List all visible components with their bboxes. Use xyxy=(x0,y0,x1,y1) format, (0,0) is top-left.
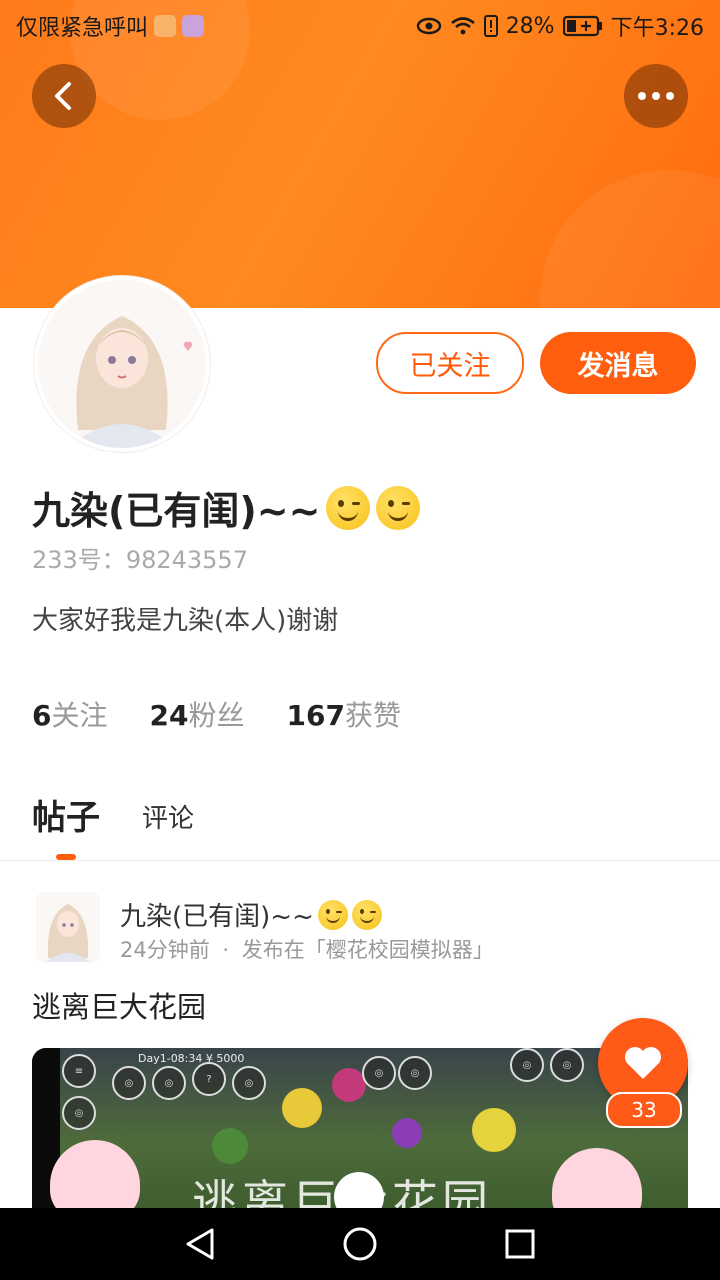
flower-decor xyxy=(212,1128,248,1164)
game-menu-icon: ≡ xyxy=(62,1054,96,1088)
meta-separator: · xyxy=(222,938,230,962)
bunny-sticker xyxy=(50,1140,140,1218)
following-count: 6 xyxy=(32,699,52,732)
circle-home-icon xyxy=(343,1227,377,1261)
tab-posts[interactable]: 帖子 xyxy=(32,790,100,860)
wifi-icon xyxy=(450,17,475,35)
avatar-illustration xyxy=(38,280,206,448)
game-items-icon: ◎ xyxy=(62,1096,96,1130)
avatar-illustration xyxy=(36,892,100,962)
stat-likes[interactable]: 167获赞 xyxy=(286,694,400,734)
banner-decor xyxy=(540,170,720,308)
battery-icon xyxy=(562,15,602,37)
user-id: 233号：98243557 xyxy=(32,540,248,575)
back-arrow-icon xyxy=(55,82,71,110)
status-bar: 仅限紧急呼叫 28% 下午3:26 xyxy=(0,0,720,48)
more-dots-icon xyxy=(638,92,674,100)
flower-decor xyxy=(282,1088,322,1128)
post-time: 24分钟前 xyxy=(120,938,210,962)
wink-emoji-icon xyxy=(376,485,421,530)
music-app-icon xyxy=(182,15,205,37)
game-map-icon: ◎ xyxy=(112,1066,146,1100)
likes-count: 167 xyxy=(286,699,345,732)
game-help-icon: ? xyxy=(192,1062,226,1096)
profile-name-row: 九染(已有闺)~~ xyxy=(32,480,421,535)
game-role-icon: ◎ xyxy=(232,1066,266,1100)
wink-emoji-icon xyxy=(326,485,371,530)
post-author-name: 九染(已有闺)~~ xyxy=(120,902,314,932)
game-task-icon: ◎ xyxy=(152,1066,186,1100)
game-day-money: Day1-08:34 ¥ 5000 xyxy=(138,1052,245,1065)
back-button[interactable] xyxy=(32,64,96,128)
wink-emoji-icon xyxy=(317,899,348,930)
game-save-icon: ◎ xyxy=(362,1056,396,1090)
content-tabs: 帖子 评论 xyxy=(32,790,194,860)
nav-recent-button[interactable] xyxy=(502,1226,538,1262)
eye-icon xyxy=(416,17,441,35)
likes-label: 获赞 xyxy=(344,699,401,732)
profile-bio: 大家好我是九染(本人)谢谢 xyxy=(32,606,339,636)
post-title[interactable]: 逃离巨大花园 xyxy=(32,984,206,1026)
post-author-avatar[interactable] xyxy=(36,892,100,962)
fans-count: 24 xyxy=(149,699,189,732)
post-video-thumbnail[interactable]: ≡ ◎ ◎ ? ◎ ◎ ◎ ◎ ◎ ◎ Day1-08:34 ¥ 5000 逃离… xyxy=(32,1048,688,1218)
wink-emoji-icon xyxy=(351,899,382,930)
battery-percent: 28% xyxy=(505,13,555,39)
profile-stats: 6关注 24粉丝 167获赞 xyxy=(32,694,401,734)
flower-decor xyxy=(332,1068,366,1102)
stat-following[interactable]: 6关注 xyxy=(32,694,108,734)
nav-home-button[interactable] xyxy=(342,1226,378,1262)
profile-avatar[interactable] xyxy=(34,276,210,452)
user-id-value: 98243557 xyxy=(125,546,248,574)
system-navigation-bar xyxy=(0,1208,720,1280)
following-button[interactable]: 已关注 xyxy=(376,332,524,394)
square-recent-icon xyxy=(505,1229,535,1259)
post-author-row[interactable]: 九染(已有闺)~~ xyxy=(120,896,382,933)
sim-alert-icon xyxy=(483,15,498,37)
flower-decor xyxy=(392,1118,422,1148)
notification-app-icon xyxy=(154,15,177,37)
send-message-button[interactable]: 发消息 xyxy=(540,332,696,394)
user-id-label: 233号： xyxy=(32,546,126,574)
heart-icon xyxy=(625,1047,661,1079)
stat-fans[interactable]: 24粉丝 xyxy=(150,694,245,734)
post-meta: 24分钟前 · 发布在「樱花校园模拟器」 xyxy=(120,934,494,964)
camera-icon: ◎ xyxy=(550,1048,584,1082)
tab-posts-label: 帖子 xyxy=(32,798,100,838)
more-options-button[interactable] xyxy=(624,64,688,128)
triangle-back-icon xyxy=(186,1228,214,1260)
fans-label: 粉丝 xyxy=(188,699,245,732)
flower-decor xyxy=(472,1108,516,1152)
clock: 下午3:26 xyxy=(610,16,704,41)
following-label: 关注 xyxy=(51,699,108,732)
game-save-icon: ◎ xyxy=(510,1048,544,1082)
like-count-badge: 33 xyxy=(606,1092,682,1128)
post-community[interactable]: 发布在「樱花校园模拟器」 xyxy=(242,938,494,962)
nav-back-button[interactable] xyxy=(182,1226,218,1262)
tabs-divider xyxy=(0,860,720,861)
tab-comments[interactable]: 评论 xyxy=(142,798,194,839)
profile-name: 九染(已有闺)~~ xyxy=(32,489,321,533)
game-build-icon: ◎ xyxy=(398,1056,432,1090)
carrier-text: 仅限紧急呼叫 xyxy=(16,16,149,41)
